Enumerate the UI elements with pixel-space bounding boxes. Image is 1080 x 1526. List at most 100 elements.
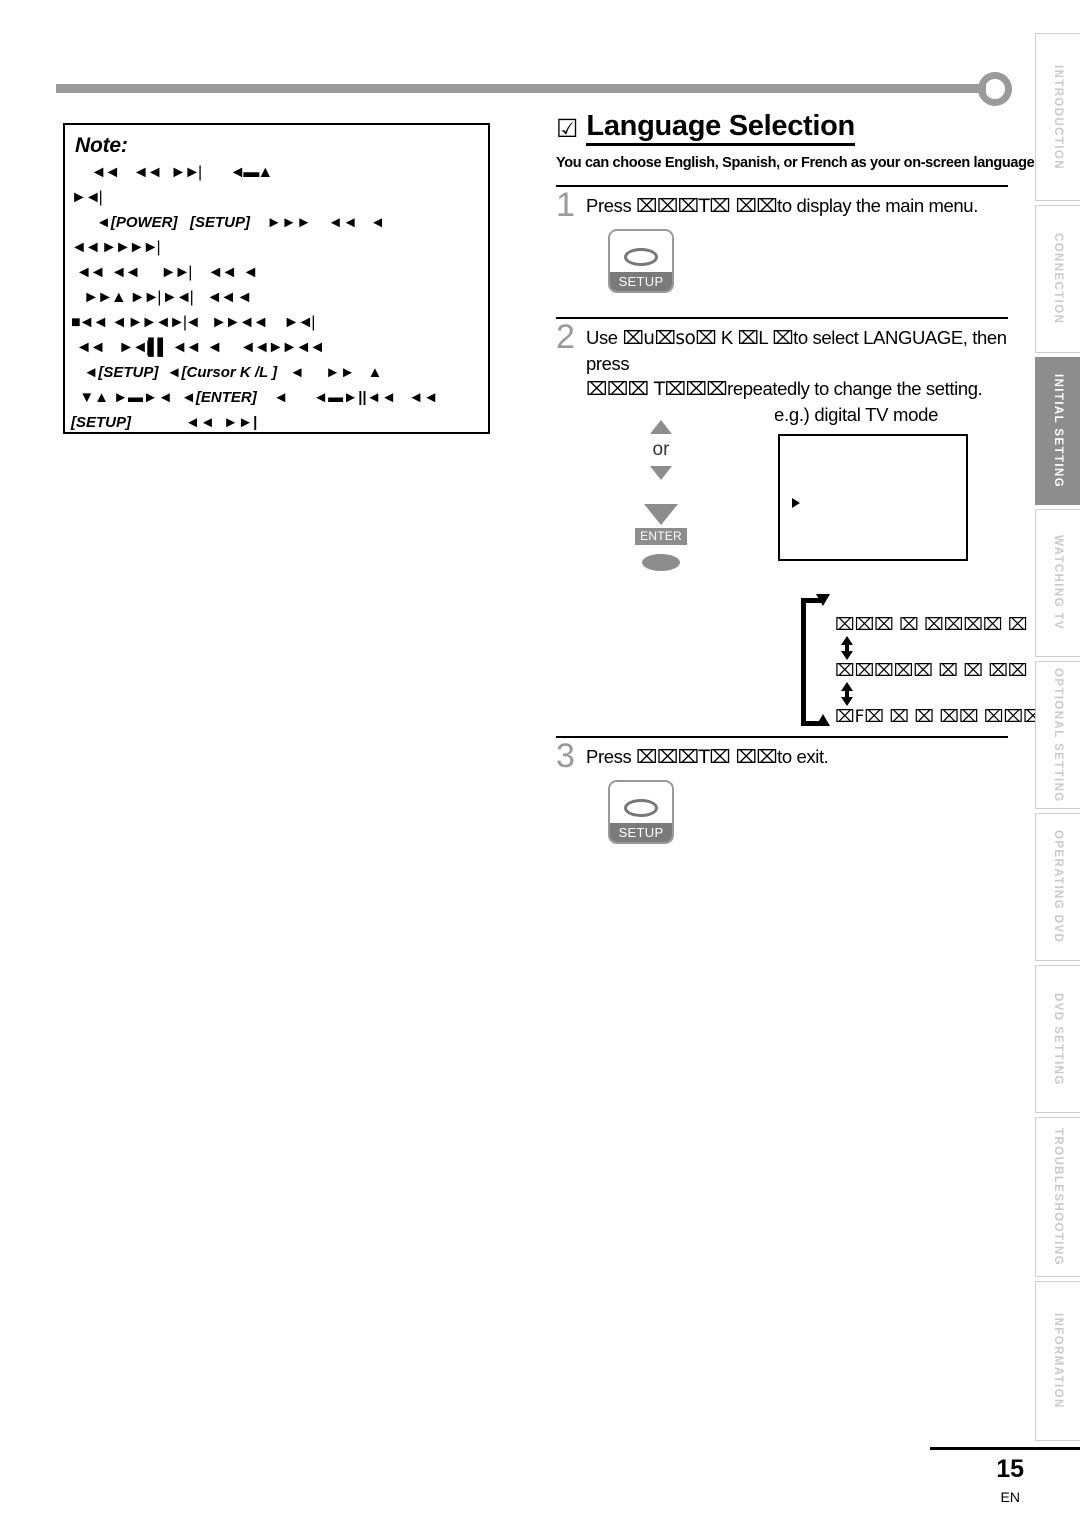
main-content: ☑ Language Selection You can choose Engl… [556, 110, 1043, 845]
note-line: ◄◄ ◄◄ ►►| ◄▬▲ [71, 160, 482, 185]
step-2-repeat-label: repeatedly to change the setting. [727, 378, 983, 400]
checkbox-icon: ☑ [556, 115, 579, 144]
arrow-down-icon [650, 466, 672, 481]
tab-initial-setting-label: INITIAL SETTING [1052, 373, 1064, 489]
step-2-tofu-2: ⌧ [737, 328, 759, 350]
note-line: ▼▲ ►▬►◄ ◄[ENTER] ◄ ◄▬►||◄◄ ◄◄ [71, 385, 482, 410]
note-line: [SETUP] ◄◄ ►►| [71, 410, 482, 432]
step-2-number: 2 [556, 318, 575, 357]
tab-watching-tv[interactable]: WATCHING TV [1035, 509, 1080, 657]
arrow-up-icon [650, 420, 672, 435]
step-2-row: 2 Use ⌧u⌧so⌧ K ⌧L ⌧to select LANGUAGE, t… [556, 318, 1008, 402]
step-2-l-label: L [758, 327, 773, 349]
step-1-text-before: Press [586, 195, 637, 217]
tv-screen-preview [778, 434, 968, 562]
cycle-arrow-up-icon [816, 714, 830, 727]
dial-icon [624, 248, 658, 267]
step-2-tofu-3: ⌧ [772, 328, 794, 350]
header-ring-icon [978, 72, 1012, 106]
setup-key-label: SETUP [610, 823, 672, 843]
page-number: 15 [996, 1455, 1024, 1483]
note-line: ◄[POWER] [SETUP] ►►► ◄◄ ◄ [71, 210, 482, 235]
step-2-tofu-4: ⌧⌧⌧ T⌧⌧⌧ [586, 379, 728, 401]
step-1-text: Press ⌧⌧⌧T⌧ ⌧⌧to display the main menu. [586, 191, 978, 219]
step-3-text: Press ⌧⌧⌧T⌧ ⌧⌧to exit. [586, 742, 829, 770]
note-line: ◄◄ ►►►►| [71, 235, 482, 260]
note-body: ◄◄ ◄◄ ►►| ◄▬▲ ►◄| ◄[POWER] [SETUP] ►►► ◄… [65, 160, 488, 432]
step-3-row: 3 Press ⌧⌧⌧T⌧ ⌧⌧to exit. [556, 737, 1008, 776]
note-title: Note: [75, 134, 128, 157]
tab-information[interactable]: INFORMATION [1035, 1281, 1080, 1441]
step-2-tofu-1: ⌧u⌧so⌧ [622, 328, 717, 350]
note-box: Note: ◄◄ ◄◄ ►►| ◄▬▲ ►◄| ◄[POWER] [SETUP]… [63, 123, 490, 434]
section-subtitle: You can choose English, Spanish, or Fren… [556, 155, 1039, 172]
setup-key-graphic-step3: SETUP [608, 780, 674, 845]
step-2-line-2: ⌧⌧⌧ T⌧⌧⌧repeatedly to change the setting… [586, 376, 1008, 402]
step-1-text-after: to display the main menu. [777, 195, 978, 217]
cursor-arrows-group: or ENTER [616, 420, 706, 572]
step-2-text: Use ⌧u⌧so⌧ K ⌧L ⌧to select LANGUAGE, the… [586, 323, 1008, 402]
step-2-use-label: Use [586, 327, 623, 349]
page-title: Language Selection [586, 110, 855, 147]
step-divider [556, 185, 1008, 188]
step-1-row: 1 Press ⌧⌧⌧T⌧ ⌧⌧to display the main menu… [556, 186, 1008, 225]
note-line: ◄◄ ◄◄ ►►| ◄◄ ◄ [71, 260, 482, 285]
tab-troubleshooting[interactable]: TROUBLESHOOTING [1035, 1117, 1080, 1277]
note-line: ◄[SETUP] ◄[Cursor K /L ] ◄ ►► ▲ [71, 360, 482, 385]
note-line-glyphs: ◄◄ ◄◄ ►►| ◄◄ ◄ [71, 264, 258, 281]
tab-operating-dvd[interactable]: OPERATING DVD [1035, 813, 1080, 961]
tab-operating-dvd-label: OPERATING DVD [1052, 830, 1064, 944]
note-line-glyphs: ◄◄ ►►►►| [71, 239, 161, 256]
cycle-item-spanish: ⌧⌧⌧⌧⌧ ⌧ ⌧ ⌧⌧ [835, 661, 1028, 682]
tab-dvd-setting-label: DVD SETTING [1052, 992, 1064, 1086]
tab-introduction-label: INTRODUCTION [1052, 64, 1064, 170]
note-line: ◄◄ ►◄|▌▌ ◄◄ ◄ ◄◄►►◄◄ [71, 335, 482, 360]
section-heading: ☑ Language Selection [556, 110, 1008, 147]
tv-mode-caption: e.g.) digital TV mode [774, 404, 939, 426]
tab-connection[interactable]: CONNECTION [1035, 205, 1080, 353]
tab-optional-setting[interactable]: OPTIONAL SETTING [1035, 661, 1080, 809]
setup-key-graphic-step1: SETUP [608, 229, 674, 294]
enter-arrow-icon [644, 504, 678, 526]
cycle-item-french: ⌧F⌧ ⌧ ⌧ ⌧⌧ ⌧⌧⌧ [835, 707, 1043, 728]
note-line-glyphs: ■◄◄ ◄ ►►◄►|◄ ►►◄◄ ►◄| [71, 314, 315, 331]
note-line-glyphs: ◄[SETUP] ◄[Cursor K /L ] ◄ ►► ▲ [71, 364, 383, 381]
step-1-number: 1 [556, 186, 575, 225]
cycle-arrow-down-icon [816, 594, 830, 607]
step-3-tofu-glyphs: ⌧⌧⌧T⌧ ⌧⌧ [636, 747, 778, 769]
section-tabs: INTRODUCTION CONNECTION INITIAL SETTING … [1035, 33, 1080, 1445]
note-line-glyphs: ◄◄ ►◄|▌▌ ◄◄ ◄ ◄◄►►◄◄ [71, 339, 325, 356]
cycle-item-english: ⌧⌧⌧ ⌧ ⌧⌧⌧⌧ ⌧ [835, 615, 1028, 636]
language-cycle-diagram: ⌧⌧⌧ ⌧ ⌧⌧⌧⌧ ⌧ ⌧⌧⌧⌧⌧ ⌧ ⌧ ⌧⌧ ⌧F⌧ ⌧ ⌧ ⌧⌧ ⌧⌧⌧ [801, 592, 1043, 728]
tab-watching-tv-label: WATCHING TV [1052, 535, 1064, 631]
note-line: ►►▲ ►►| ►◄| ◄◄ ◄ [71, 285, 482, 310]
tab-initial-setting[interactable]: INITIAL SETTING [1035, 357, 1080, 505]
note-line-glyphs: ◄[POWER] [SETUP] ►►► ◄◄ ◄ [71, 214, 385, 231]
step-3-number: 3 [556, 737, 575, 776]
or-label: or [652, 439, 670, 461]
setup-key-label: SETUP [610, 272, 672, 292]
dial-icon [624, 799, 658, 818]
tab-information-label: INFORMATION [1052, 1313, 1064, 1409]
enter-label: ENTER [635, 528, 687, 546]
menu-cursor-icon [792, 498, 800, 509]
note-line-glyphs: [SETUP] ◄◄ ►►| [71, 414, 258, 431]
step-2-k-label: K [716, 327, 738, 349]
note-line-glyphs: ◄◄ ◄◄ ►►| ◄▬▲ [71, 164, 274, 181]
tab-introduction[interactable]: INTRODUCTION [1035, 33, 1080, 201]
tab-troubleshooting-label: TROUBLESHOOTING [1052, 1128, 1064, 1266]
tab-dvd-setting[interactable]: DVD SETTING [1035, 965, 1080, 1113]
step-1: 1 Press ⌧⌧⌧T⌧ ⌧⌧to display the main menu… [556, 185, 1008, 294]
note-line-glyphs: ►►▲ ►►| ►◄| ◄◄ ◄ [71, 289, 252, 306]
step-2-illustration: or ENTER e.g.) digital TV mode ⌧⌧⌧ ⌧ ⌧⌧⌧… [556, 402, 1043, 742]
step-2: 2 Use ⌧u⌧so⌧ K ⌧L ⌧to select LANGUAGE, t… [556, 317, 1043, 742]
note-line: ■◄◄ ◄ ►►◄►|◄ ►►◄◄ ►◄| [71, 310, 482, 335]
enter-key-icon [642, 554, 680, 572]
note-line: ►◄| [71, 185, 482, 210]
step-3: 3 Press ⌧⌧⌧T⌧ ⌧⌧to exit. SETUP [556, 736, 1008, 845]
page-language-code: EN [1000, 1489, 1020, 1505]
step-1-tofu-glyphs: ⌧⌧⌧T⌧ ⌧⌧ [636, 196, 778, 218]
footer-rule [930, 1447, 1080, 1450]
tab-connection-label: CONNECTION [1052, 233, 1064, 325]
note-line-glyphs: ►◄| [71, 189, 103, 206]
